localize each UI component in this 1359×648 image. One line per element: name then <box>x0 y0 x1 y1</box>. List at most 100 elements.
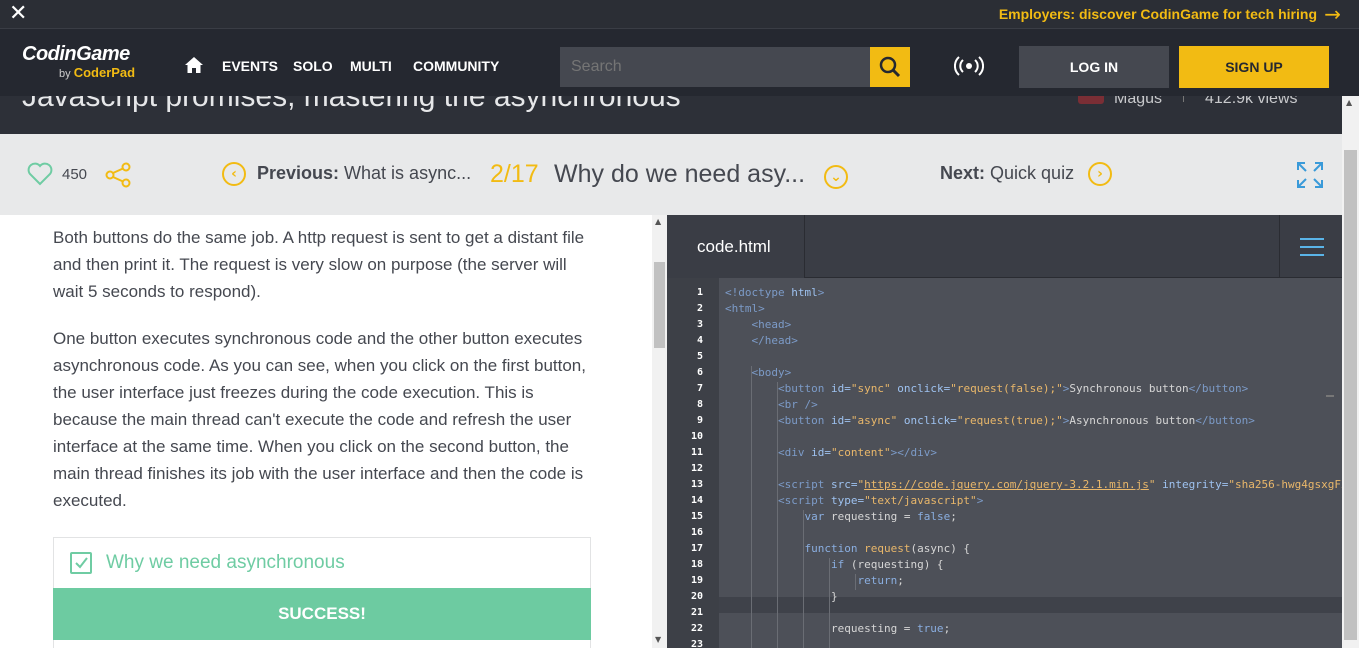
code-line[interactable]: 19 return; <box>667 573 1342 589</box>
heart-icon[interactable] <box>27 162 53 186</box>
page-scroll-up-icon[interactable]: ▲ <box>1346 98 1352 107</box>
code-text: requesting = true; <box>725 622 951 635</box>
previous-lesson-link[interactable]: Previous: What is async... <box>257 163 471 184</box>
nav-solo[interactable]: SOLO <box>293 58 333 74</box>
code-text: <button id="async" onclick="request(true… <box>777 414 1255 427</box>
chevron-down-icon[interactable]: ⌄ <box>824 165 848 189</box>
code-line[interactable]: 2 <html> <box>667 301 1342 317</box>
signup-button[interactable]: SIGN UP <box>1179 46 1329 88</box>
code-text: <br /> <box>777 398 818 411</box>
line-number: 15 <box>690 511 703 522</box>
tab-code-html[interactable]: code.html <box>667 215 805 278</box>
logo-by: by <box>59 68 71 80</box>
line-number: 20 <box>690 591 703 602</box>
quiz-panel: Why we need asynchronous SUCCESS! <box>53 537 591 648</box>
code-line[interactable]: 5 <box>667 349 1342 365</box>
playground-title: Javascript promises, mastering the async… <box>22 96 681 113</box>
nav-community[interactable]: COMMUNITY <box>413 58 499 74</box>
code-line[interactable]: 13 <script src="https://code.jquery.com/… <box>667 477 1342 493</box>
quiz-title: Why we need asynchronous <box>106 552 345 573</box>
success-banner: SUCCESS! <box>53 588 591 640</box>
close-icon[interactable]: ✕ <box>9 2 27 26</box>
code-text: <!doctype html> <box>725 286 825 299</box>
code-line[interactable]: 3 <head> <box>667 317 1342 333</box>
employers-promo-link[interactable]: Employers: discover CodinGame for tech h… <box>999 6 1317 22</box>
lesson-content: Both buttons do the same job. A http req… <box>0 215 652 648</box>
line-number: 4 <box>696 335 703 346</box>
content-scrollbar[interactable]: ▲ ▼ <box>652 215 667 648</box>
line-number: 19 <box>690 575 703 586</box>
code-line[interactable]: 22 requesting = true; <box>667 621 1342 637</box>
code-text: <div id="content"></div> <box>777 446 937 459</box>
code-line[interactable]: 23 <box>667 637 1342 648</box>
code-line[interactable]: 6 <body> <box>667 365 1342 381</box>
next-chevron-icon[interactable]: › <box>1088 162 1112 186</box>
logo-coderpad: CoderPad <box>73 65 136 80</box>
code-text: if (requesting) { <box>830 558 944 571</box>
page-scroll-thumb[interactable] <box>1344 150 1357 640</box>
login-button[interactable]: LOG IN <box>1019 46 1169 88</box>
share-icon[interactable] <box>104 162 132 188</box>
search-input[interactable] <box>560 47 870 87</box>
nav-multi[interactable]: MULTI <box>350 58 392 74</box>
logo-subtitle: by CoderPad <box>59 65 135 80</box>
next-lesson-link[interactable]: Next: Quick quiz <box>940 163 1074 184</box>
code-line[interactable]: 20 } <box>667 589 1342 605</box>
like-count: 450 <box>62 166 88 183</box>
code-text: <script src="https://code.jquery.com/jqu… <box>777 478 1342 491</box>
scroll-up-icon[interactable]: ▲ <box>655 217 661 226</box>
code-text: <html> <box>725 302 765 315</box>
code-line[interactable]: 12 <box>667 461 1342 477</box>
line-number: 12 <box>690 463 703 474</box>
arrow-right-icon[interactable]: → <box>1324 2 1341 26</box>
line-number: 21 <box>690 607 703 618</box>
lesson-navigation-bar: 450 ‹ Previous: What is async... 2/17 Wh… <box>0 134 1342 215</box>
code-line[interactable]: 14 <script type="text/javascript"> <box>667 493 1342 509</box>
code-line[interactable]: 15 var requesting = false; <box>667 509 1342 525</box>
line-number: 9 <box>696 415 703 426</box>
line-number: 5 <box>696 351 703 362</box>
code-line[interactable]: 1 <!doctype html> <box>667 285 1342 301</box>
logo-main-text: CodinGame <box>22 43 130 65</box>
code-line[interactable]: 4 </head> <box>667 333 1342 349</box>
nav-events[interactable]: EVENTS <box>222 58 278 74</box>
code-line[interactable]: 21 <box>667 605 1342 621</box>
menu-icon[interactable] <box>1279 215 1342 278</box>
author-avatar[interactable] <box>1078 96 1104 104</box>
author-name[interactable]: Magus <box>1114 96 1162 108</box>
search-icon <box>879 56 901 78</box>
code-line[interactable]: 16 <box>667 525 1342 541</box>
previous-chevron-icon[interactable]: ‹ <box>222 162 246 186</box>
code-line[interactable]: 17 function request(async) { <box>667 541 1342 557</box>
line-number: 22 <box>690 623 703 634</box>
top-nav: CodinGame by CoderPad EVENTS SOLO MULTI … <box>0 28 1359 96</box>
code-line[interactable]: 11 <div id="content"></div> <box>667 445 1342 461</box>
line-number: 11 <box>690 447 703 458</box>
code-text: <body> <box>751 366 792 379</box>
page-scrollbar[interactable]: ▲ <box>1342 96 1359 648</box>
scroll-down-icon[interactable]: ▼ <box>655 635 661 644</box>
home-icon[interactable] <box>184 56 204 74</box>
code-text: var requesting = false; <box>804 510 957 523</box>
line-number: 13 <box>690 479 703 490</box>
broadcast-icon[interactable] <box>954 55 984 77</box>
line-number: 10 <box>690 431 703 442</box>
code-text: <head> <box>751 318 792 331</box>
lesson-counter: 2/17 <box>490 160 539 188</box>
checkbox-icon <box>70 552 92 574</box>
fullscreen-icon[interactable] <box>1296 161 1324 189</box>
code-line[interactable]: 8 <br /> <box>667 397 1342 413</box>
content-scroll-thumb[interactable] <box>654 262 665 348</box>
code-line[interactable]: 10 <box>667 429 1342 445</box>
search-button[interactable] <box>870 47 910 87</box>
code-text: <button id="sync" onclick="request(false… <box>777 382 1249 395</box>
codingame-logo[interactable]: CodinGame by CoderPad <box>22 43 135 80</box>
current-lesson-title[interactable]: Why do we need asy... <box>554 160 805 189</box>
line-number: 23 <box>690 639 703 648</box>
header-divider <box>1183 96 1184 102</box>
code-line[interactable]: 9 <button id="async" onclick="request(tr… <box>667 413 1342 429</box>
code-line[interactable]: 7 <button id="sync" onclick="request(fal… <box>667 381 1342 397</box>
code-line[interactable]: 18 if (requesting) { <box>667 557 1342 573</box>
line-number: 18 <box>690 559 703 570</box>
code-editor: code.html 1 <!doctype html> 2 <html> 3 <head… <box>667 215 1342 648</box>
